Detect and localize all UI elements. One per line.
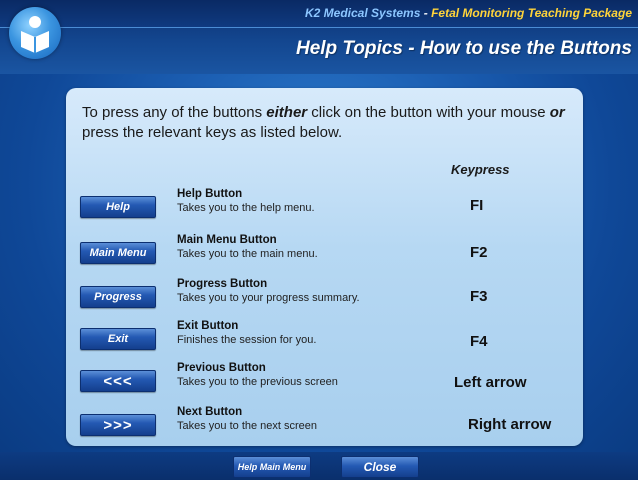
main-menu-row-key: F2 [470,244,488,261]
intro-part3: press the relevant keys as listed below. [82,124,343,141]
previous-row-desc: Takes you to the previous screen [177,376,338,388]
company-name: K2 Medical Systems [305,6,421,20]
progress-row-desc: Takes you to your progress summary. [177,292,360,304]
footer-bar [0,452,638,480]
help-row-title: Help Button [177,188,243,200]
intro-either: either [266,104,308,121]
exit-button[interactable]: Exit [80,328,156,350]
intro-part1: To press any of the buttons [82,104,267,121]
intro-text: To press any of the buttons either click… [82,103,572,143]
help-button[interactable]: Help [80,196,156,218]
company-banner: K2 Medical Systems - Fetal Monitoring Te… [305,6,632,20]
next-row-title: Next Button [177,406,243,418]
package-name: Fetal Monitoring Teaching Package [431,6,632,20]
exit-row-desc: Finishes the session for you. [177,334,317,346]
page-title: Help Topics - How to use the Buttons [295,38,632,59]
progress-row-title: Progress Button [177,278,268,290]
help-main-menu-button[interactable]: Help Main Menu [233,456,311,478]
previous-row-title: Previous Button [177,362,266,374]
main-menu-button[interactable]: Main Menu [80,242,156,264]
previous-row-key: Left arrow [454,374,527,391]
progress-row: Progress Progress Button Takes you to yo… [66,278,583,318]
close-button[interactable]: Close [341,456,419,478]
k2-person-logo-icon [9,7,61,59]
help-panel: To press any of the buttons either click… [66,88,583,446]
intro-part2: click on the button with your mouse [307,104,550,121]
main-menu-row-desc: Takes you to the main menu. [177,248,318,260]
help-row-key: FI [470,197,484,214]
main-menu-row-title: Main Menu Button [177,234,277,246]
previous-row: <<< Previous Button Takes you to the pre… [66,362,583,402]
help-row: Help Help Button Takes you to the help m… [66,188,583,228]
next-row: >>> Next Button Takes you to the next sc… [66,406,583,446]
header: K2 Medical Systems - Fetal Monitoring Te… [0,0,638,74]
next-row-key: Right arrow [468,416,552,433]
next-button[interactable]: >>> [80,414,156,436]
progress-button[interactable]: Progress [80,286,156,308]
progress-row-key: F3 [470,288,488,305]
previous-button[interactable]: <<< [80,370,156,392]
intro-or: or [549,104,565,121]
exit-row: Exit Exit Button Finishes the session fo… [66,320,583,360]
main-menu-row: Main Menu Main Menu Button Takes you to … [66,234,583,274]
exit-row-title: Exit Button [177,320,239,332]
company-separator: - [420,6,432,20]
keypress-header: Keypress [451,162,510,177]
exit-row-key: F4 [470,333,488,350]
next-row-desc: Takes you to the next screen [177,420,318,432]
help-row-desc: Takes you to the help menu. [177,202,315,214]
app-window: K2 Medical Systems - Fetal Monitoring Te… [0,0,638,480]
